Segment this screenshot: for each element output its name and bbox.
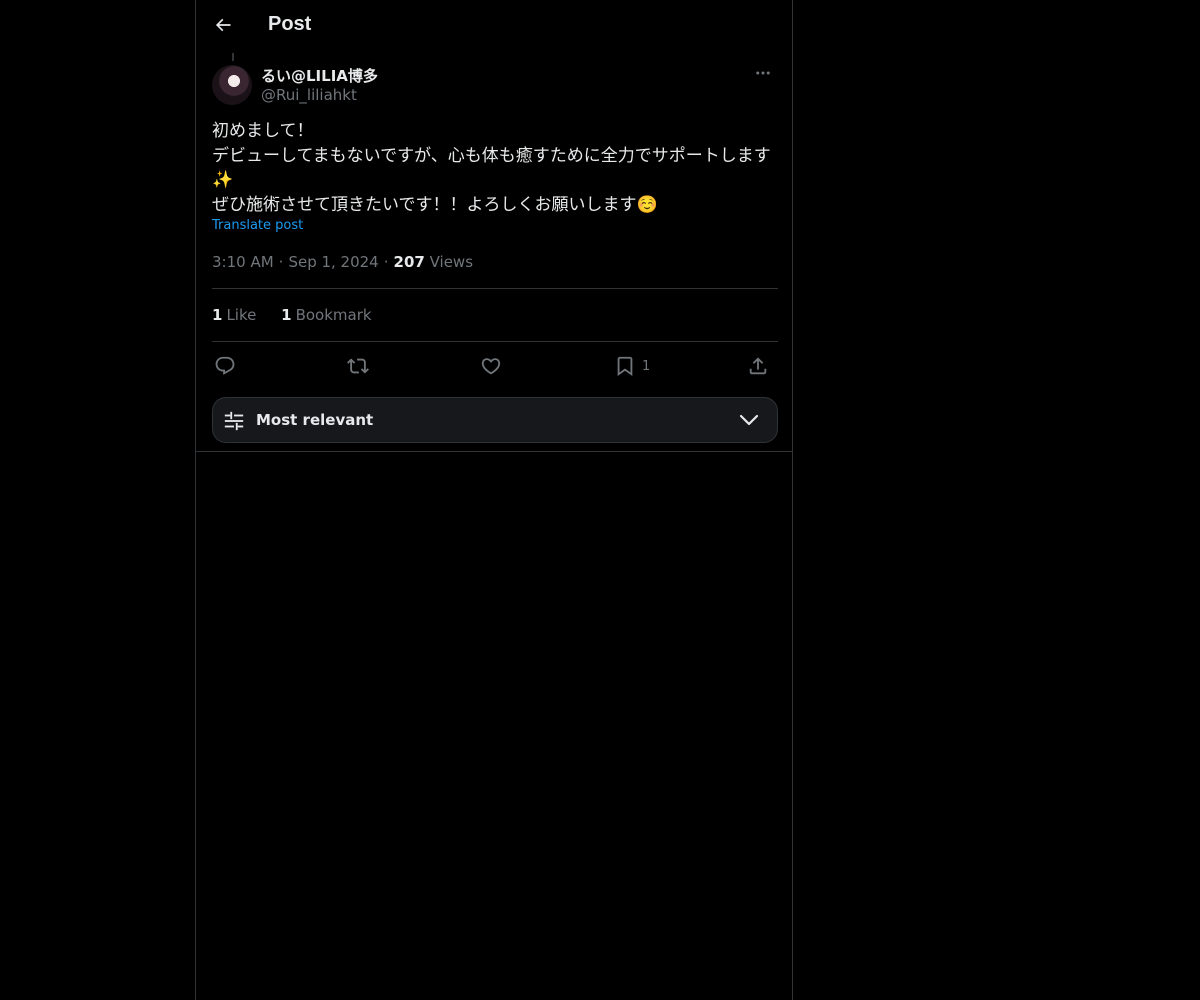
divider (212, 341, 778, 342)
post-author-row: るい@LILIA博多 @Rui_liliahkt (212, 64, 778, 108)
more-icon (754, 64, 772, 86)
reply-icon (214, 355, 236, 377)
repost-icon (347, 355, 369, 377)
likes-label: Like (226, 306, 257, 324)
back-button[interactable] (208, 12, 238, 42)
bookmarks-count: 1 (281, 306, 292, 324)
bookmark-count: 1 (642, 358, 651, 374)
views-count: 207 (393, 253, 425, 271)
share-button[interactable] (747, 352, 769, 380)
more-options-button[interactable] (748, 64, 778, 86)
meta-separator: · (278, 253, 284, 271)
page-header: Post (196, 0, 792, 53)
divider (212, 288, 778, 289)
repost-button[interactable] (347, 352, 369, 380)
like-button[interactable] (480, 352, 502, 380)
post-text-line: デビューしてまもないですが、心も体も癒すために全力でサポートします (212, 145, 771, 166)
views-label: Views (429, 253, 474, 271)
bookmark-button[interactable]: 1 (614, 352, 650, 380)
sort-label: Most relevant (256, 411, 374, 429)
post-date[interactable]: Sep 1, 2024 (288, 253, 378, 271)
arrow-left-icon (213, 15, 233, 39)
reply-button[interactable] (214, 352, 236, 380)
bookmarks-stat[interactable]: 1 Bookmark (281, 306, 371, 324)
primary-column: Post るい@LILIA博多 @Rui_liliahkt 初めまして！ デビュ… (195, 0, 793, 1000)
likes-stat[interactable]: 1 Like (212, 306, 256, 324)
divider (196, 451, 792, 452)
share-icon (747, 355, 769, 377)
post-time[interactable]: 3:10 AM (212, 253, 274, 271)
bookmarks-label: Bookmark (295, 306, 372, 324)
likes-count: 1 (212, 306, 223, 324)
sliders-icon (223, 410, 245, 436)
bookmark-icon (614, 355, 636, 377)
author-display-name[interactable]: るい@LILIA博多 (261, 65, 378, 86)
chevron-down-icon (739, 412, 759, 431)
translate-post-link[interactable]: Translate post (212, 218, 303, 233)
post-meta: 3:10 AM · Sep 1, 2024 · 207 Views (212, 253, 473, 271)
thread-connector (232, 53, 234, 61)
meta-separator: · (383, 253, 389, 271)
post-text-line: 初めまして！ (212, 121, 314, 141)
avatar[interactable] (212, 65, 252, 105)
author-handle[interactable]: @Rui_liliahkt (261, 86, 357, 104)
post-text: 初めまして！ デビューしてまもないですが、心も体も癒すために全力でサポートします… (212, 119, 782, 217)
post-text-line: ✨ (212, 170, 234, 190)
page-title: Post (268, 13, 312, 35)
heart-icon (480, 355, 502, 377)
post-actions: 1 (212, 352, 778, 380)
post-text-line: ぜひ施術させて頂きたいです！！よろしくお願いします☺️ (212, 194, 658, 215)
reply-sort-dropdown[interactable]: Most relevant (212, 397, 778, 443)
post-stats: 1 Like 1 Bookmark (212, 306, 392, 324)
